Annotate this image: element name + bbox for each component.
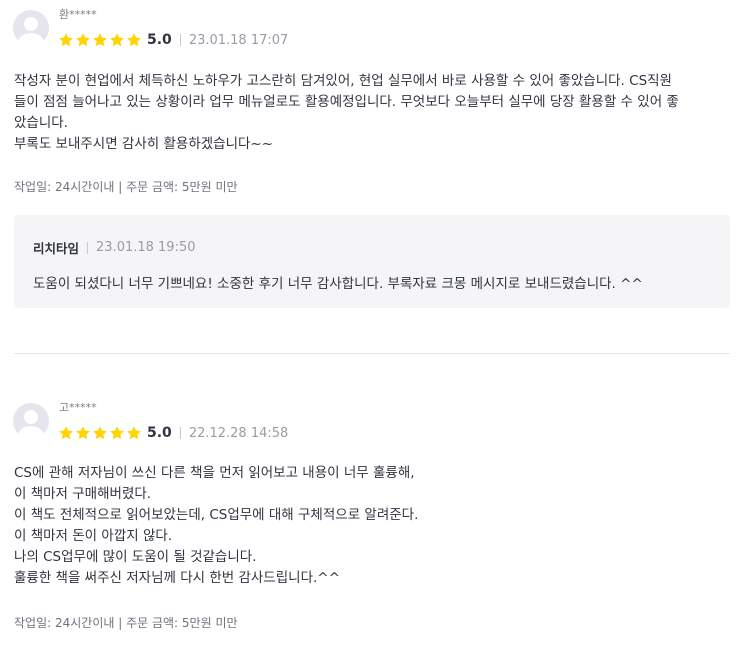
review-line: 부록도 보내주시면 감사히 활용하겠습니다~~ [14, 136, 274, 152]
separator [179, 34, 181, 46]
reviewer-nickname: 환***** [59, 8, 97, 21]
rating-line: 5.0 23.01.18 17:07 [58, 31, 288, 49]
star-rating [58, 32, 142, 48]
review-line: 훌륭한 책을 써주신 저자님께 다시 한번 감사드립니다.^^ [14, 570, 340, 586]
star-icon [127, 426, 141, 440]
review-divider [14, 353, 730, 354]
star-icon [110, 33, 124, 47]
reply-date: 23.01.18 19:50 [96, 240, 196, 255]
star-icon [93, 33, 107, 47]
review-date: 22.12.28 14:58 [188, 425, 289, 441]
review-line: 이 책마저 구매해버렸다. [14, 486, 152, 502]
seller-name: 리치타임 [33, 241, 80, 256]
review-line: CS에 관해 저자님이 쓰신 다른 책을 먼저 읽어보고 내용이 너무 훌륭해, [14, 465, 415, 481]
star-icon [127, 33, 141, 47]
review-line: 들이 점점 늘어나고 있는 상황이라 업무 메뉴얼로도 활용예정입니다. 무엇보… [14, 94, 679, 110]
separator [87, 241, 89, 254]
seller-reply: 리치타임 23.01.18 19:50 도움이 되셨다니 너무 기쁘네요! 소중… [14, 215, 730, 308]
review-meta: 작업일: 24시간이내 | 주문 금액: 5만원 미만 [14, 180, 238, 194]
reply-header: 리치타임 23.01.18 19:50 [33, 238, 196, 257]
review-line: 았습니다. [14, 115, 68, 131]
review-meta: 작업일: 24시간이내 | 주문 금액: 5만원 미만 [14, 616, 238, 630]
review-line: 작성자 분이 현업에서 체득하신 노하우가 고스란히 담겨있어, 현업 실무에서… [14, 73, 672, 89]
star-icon [59, 33, 73, 47]
rating-score: 5.0 [147, 425, 172, 441]
review-content: 작성자 분이 현업에서 체득하신 노하우가 고스란히 담겨있어, 현업 실무에서… [14, 71, 730, 155]
separator [179, 427, 181, 439]
reviewer-nickname: 고***** [59, 401, 97, 414]
star-icon [59, 426, 73, 440]
star-icon [93, 426, 107, 440]
star-icon [76, 33, 90, 47]
star-rating [58, 425, 142, 441]
rating-line: 5.0 22.12.28 14:58 [58, 424, 288, 442]
review-content: CS에 관해 저자님이 쓰신 다른 책을 먼저 읽어보고 내용이 너무 훌륭해,… [14, 463, 730, 589]
review-line: 이 책도 전체적으로 읽어보았는데, CS업무에 대해 구체적으로 알려준다. [14, 507, 419, 523]
review-line: 나의 CS업무에 많이 도움이 될 것같습니다. [14, 549, 257, 565]
default-avatar-icon [13, 403, 49, 439]
star-icon [76, 426, 90, 440]
review-line: 이 책마저 돈이 아깝지 않다. [14, 528, 173, 544]
star-icon [110, 426, 124, 440]
default-avatar-icon [13, 10, 49, 46]
reply-text: 도움이 되셨다니 너무 기쁘네요! 소중한 후기 너무 감사합니다. 부록자료 … [33, 276, 643, 292]
review-date: 23.01.18 17:07 [188, 32, 289, 48]
rating-score: 5.0 [147, 32, 172, 48]
